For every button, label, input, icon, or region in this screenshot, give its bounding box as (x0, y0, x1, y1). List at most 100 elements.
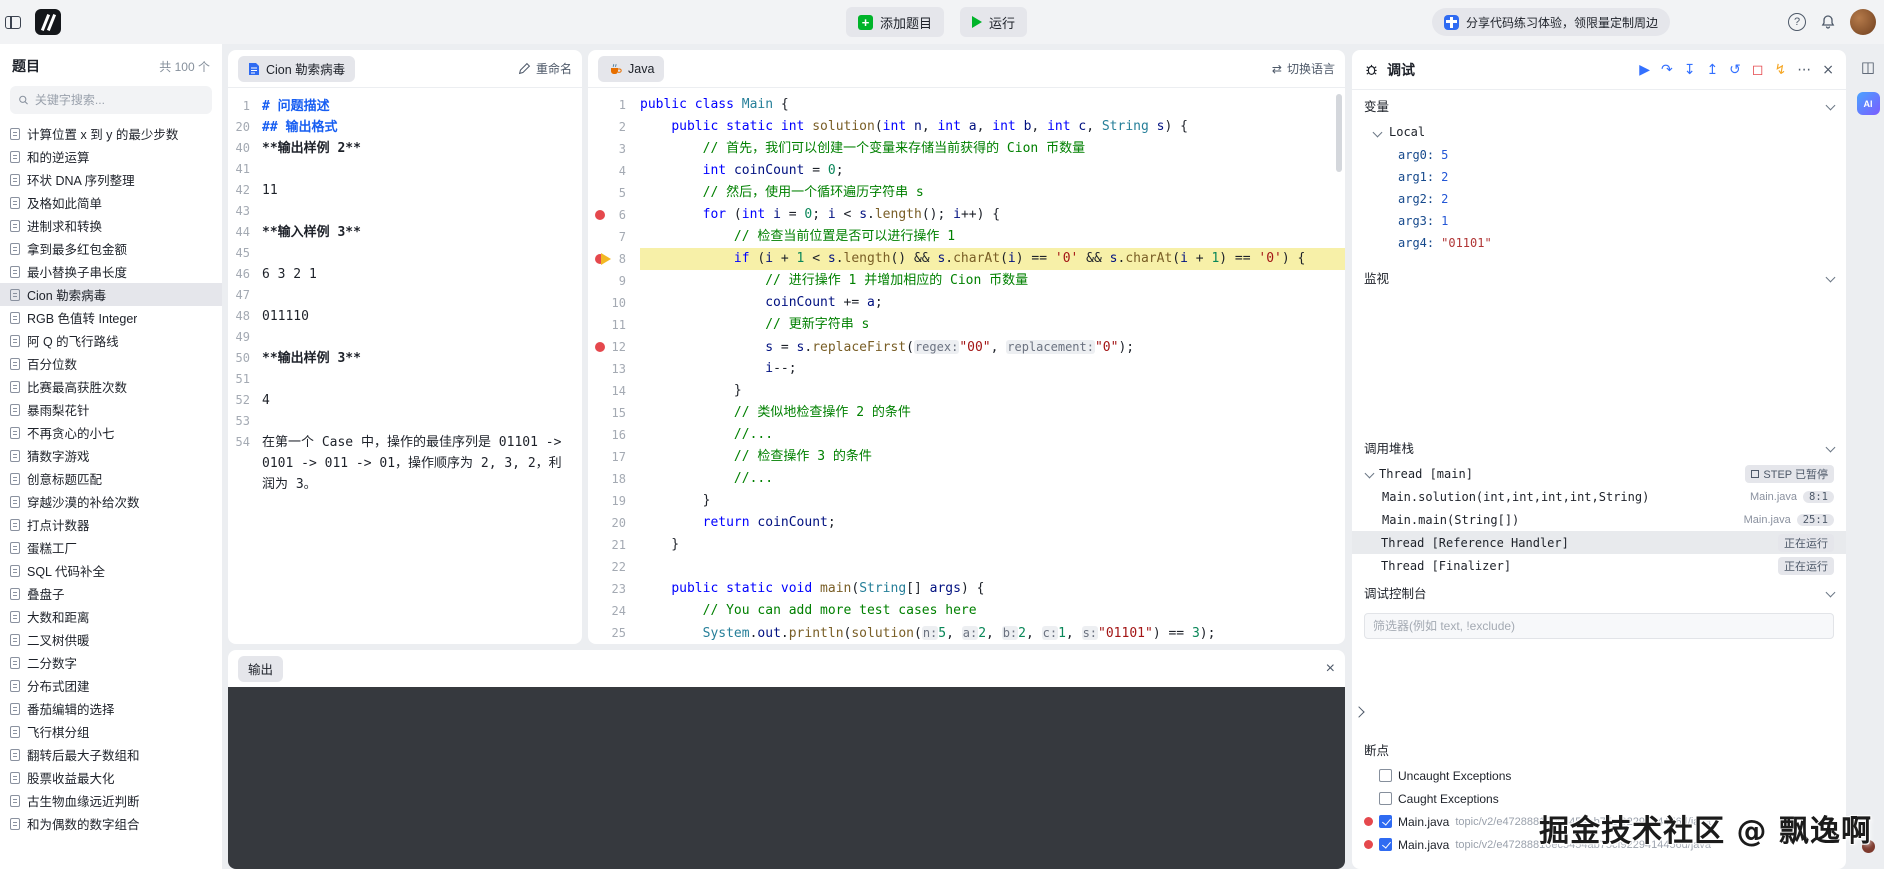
gutter[interactable]: 17 (588, 446, 640, 468)
sidebar-item[interactable]: 飞行棋分组 (0, 720, 222, 743)
sidebar-item[interactable]: 和的逆运算 (0, 145, 222, 168)
stop-icon[interactable]: ◻ (1752, 63, 1764, 77)
thread-row[interactable]: Thread [main] STEP 已暂停 (1352, 462, 1846, 485)
step-into-icon[interactable]: ↧ (1684, 63, 1696, 77)
switch-language-button[interactable]: ⇄ 切换语言 (1272, 60, 1335, 77)
code-line[interactable]: 21 } (588, 534, 1345, 556)
sidebar-item[interactable]: 比赛最高获胜次数 (0, 375, 222, 398)
sidebar-item[interactable]: 及格如此简单 (0, 191, 222, 214)
code-lines[interactable]: 1 public class Main {2 public static int … (588, 88, 1345, 644)
sidebar-item[interactable]: 和为偶数的数字组合 (0, 812, 222, 835)
gutter[interactable]: 21 (588, 534, 640, 556)
sidebar-item[interactable]: 百分位数 (0, 352, 222, 375)
code-line[interactable]: 1 public class Main { (588, 94, 1345, 116)
gutter[interactable]: 8 (588, 248, 640, 270)
app-logo[interactable] (35, 9, 61, 35)
section-watch[interactable]: 监视 (1352, 262, 1846, 292)
gutter[interactable]: 23 (588, 578, 640, 600)
gutter[interactable]: 1 (588, 94, 640, 116)
gutter[interactable]: 19 (588, 490, 640, 512)
code-line[interactable]: 11 // 更新字符串 s (588, 314, 1345, 336)
gutter[interactable]: 25 (588, 622, 640, 644)
gutter[interactable]: 15 (588, 402, 640, 424)
output-console[interactable] (228, 687, 1345, 869)
sidebar-item[interactable]: 二叉树供暖 (0, 628, 222, 651)
sidebar-item[interactable]: 不再贪心的小七 (0, 421, 222, 444)
problem-tab[interactable]: Cion 勒索病毒 (238, 55, 356, 82)
stack-frame[interactable]: Main.solution(int,int,int,int,String) Mai… (1352, 485, 1846, 508)
section-variables[interactable]: 变量 (1352, 90, 1846, 120)
gutter[interactable]: 3 (588, 138, 640, 160)
more-icon[interactable]: ⋯ (1797, 63, 1811, 77)
sidebar-item[interactable]: 番茄编辑的选择 (0, 697, 222, 720)
variable-row[interactable]: arg0: 5 (1352, 144, 1846, 166)
code-line[interactable]: 3 // 首先，我们可以创建一个变量来存储当前获得的 Cion 币数量 (588, 138, 1345, 160)
variable-row[interactable]: arg3: 1 (1352, 210, 1846, 232)
output-tab[interactable]: 输出 (238, 655, 284, 682)
sidebar-item[interactable]: 二分数字 (0, 651, 222, 674)
expand-panel-icon[interactable] (1353, 704, 1365, 719)
gutter[interactable]: 2 (588, 116, 640, 138)
step-out-icon[interactable]: ↥ (1706, 63, 1718, 77)
code-line[interactable]: 14 } (588, 380, 1345, 402)
sidebar-item[interactable]: SQL 代码补全 (0, 559, 222, 582)
sidebar-item[interactable]: 打点计数器 (0, 513, 222, 536)
close-icon[interactable]: × (1822, 63, 1834, 77)
sidebar-item[interactable]: 大数和距离 (0, 605, 222, 628)
step-over-icon[interactable]: ↷ (1661, 63, 1673, 77)
code-line[interactable]: 22 (588, 556, 1345, 578)
thread-row[interactable]: Thread [Finalizer] 正在运行 (1352, 554, 1846, 577)
user-avatar[interactable] (1850, 9, 1876, 35)
console-filter-input[interactable] (1364, 613, 1834, 639)
code-line[interactable]: 7 // 检查当前位置是否可以进行操作 1 (588, 226, 1345, 248)
gutter[interactable]: 20 (588, 512, 640, 534)
sidebar-item[interactable]: RGB 色值转 Integer (0, 306, 222, 329)
code-line[interactable]: 16 //... (588, 424, 1345, 446)
scope-local[interactable]: Local (1352, 120, 1846, 144)
checkbox[interactable] (1379, 792, 1392, 805)
code-line[interactable]: 9 // 进行操作 1 并增加相应的 Cion 币数量 (588, 270, 1345, 292)
code-line[interactable]: 6 for (int i = 0; i < s.length(); i++) { (588, 204, 1345, 226)
sidebar-item[interactable]: 猜数字游戏 (0, 444, 222, 467)
sidebar-item[interactable]: 最小替换子串长度 (0, 260, 222, 283)
sidebar-item[interactable]: Cion 勒索病毒 (0, 283, 222, 306)
sidebar-item[interactable]: 进制求和转换 (0, 214, 222, 237)
code-line[interactable]: 10 coinCount += a; (588, 292, 1345, 314)
gutter[interactable]: 9 (588, 270, 640, 292)
gutter[interactable]: 4 (588, 160, 640, 182)
section-console[interactable]: 调试控制台 (1352, 577, 1846, 607)
sidebar-item[interactable]: 暴雨梨花针 (0, 398, 222, 421)
code-line[interactable]: 17 // 检查操作 3 的条件 (588, 446, 1345, 468)
gutter[interactable]: 12 (588, 336, 640, 358)
collapse-sidebar-icon[interactable] (5, 15, 21, 29)
code-line[interactable]: 5 // 然后，使用一个循环遍历字符串 s (588, 182, 1345, 204)
code-line[interactable]: 12 s = s.replaceFirst(regex:"00", replac… (588, 336, 1345, 358)
sidebar-item[interactable]: 穿越沙漠的补给次数 (0, 490, 222, 513)
sidebar-item[interactable]: 叠盘子 (0, 582, 222, 605)
language-tab[interactable]: Java (598, 55, 665, 82)
gutter[interactable]: 24 (588, 600, 640, 622)
gutter[interactable]: 5 (588, 182, 640, 204)
sidebar-item[interactable]: 股票收益最大化 (0, 766, 222, 789)
code-line[interactable]: 8 if (i + 1 < s.length() && s.charAt(i) … (588, 248, 1345, 270)
hot-reload-icon[interactable]: ↯ (1775, 63, 1787, 77)
code-line[interactable]: 4 int coinCount = 0; (588, 160, 1345, 182)
checkbox[interactable] (1379, 838, 1392, 851)
sidebar-item[interactable]: 环状 DNA 序列整理 (0, 168, 222, 191)
gutter[interactable]: 16 (588, 424, 640, 446)
gutter[interactable]: 10 (588, 292, 640, 314)
variable-row[interactable]: arg1: 2 (1352, 166, 1846, 188)
add-problem-button[interactable]: + 添加题目 (846, 7, 945, 37)
help-icon[interactable]: ? (1788, 13, 1806, 31)
breakpoint-row[interactable]: Uncaught Exceptions (1352, 764, 1846, 787)
run-button[interactable]: 运行 (960, 7, 1028, 37)
code-line[interactable]: 19 } (588, 490, 1345, 512)
editor-scrollbar[interactable] (1336, 94, 1342, 172)
section-callstack[interactable]: 调用堆栈 (1352, 432, 1846, 462)
code-line[interactable]: 15 // 类似地检查操作 2 的条件 (588, 402, 1345, 424)
rename-button[interactable]: 重命名 (518, 60, 572, 77)
variable-row[interactable]: arg4: "01101" (1352, 232, 1846, 254)
section-breakpoints[interactable]: 断点 (1352, 734, 1846, 764)
code-line[interactable]: 2 public static int solution(int n, int … (588, 116, 1345, 138)
code-line[interactable]: 18 //... (588, 468, 1345, 490)
